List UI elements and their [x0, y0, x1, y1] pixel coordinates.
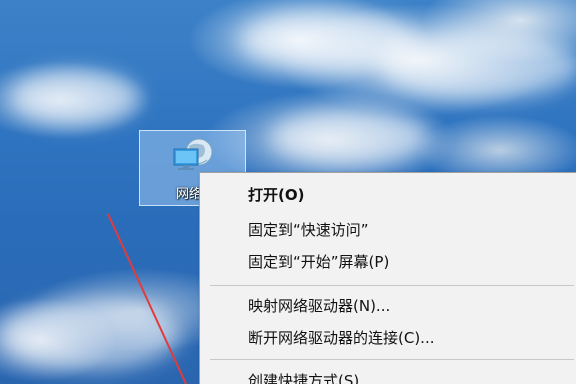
menu-separator: [210, 359, 574, 360]
menu-separator: [210, 285, 574, 286]
cloud: [380, 30, 576, 100]
menu-item-create-shortcut[interactable]: 创建快捷方式(S): [200, 366, 576, 384]
context-menu: 打开(O) 固定到“快速访问” 固定到“开始”屏幕(P) 映射网络驱动器(N).…: [199, 172, 576, 384]
network-icon: [173, 138, 213, 170]
menu-item-disconnect-network-drive[interactable]: 断开网络驱动器的连接(C)...: [200, 323, 576, 353]
menu-item-pin-quick-access[interactable]: 固定到“快速访问”: [200, 215, 576, 245]
cloud: [270, 110, 430, 165]
menu-item-pin-start[interactable]: 固定到“开始”屏幕(P): [200, 247, 576, 277]
menu-item-open[interactable]: 打开(O): [200, 180, 576, 210]
menu-item-map-network-drive[interactable]: 映射网络驱动器(N)...: [200, 291, 576, 321]
cloud: [0, 300, 180, 370]
cloud: [10, 70, 140, 125]
desktop-background: 网络 打开(O) 固定到“快速访问” 固定到“开始”屏幕(P) 映射网络驱动器(…: [0, 0, 576, 384]
